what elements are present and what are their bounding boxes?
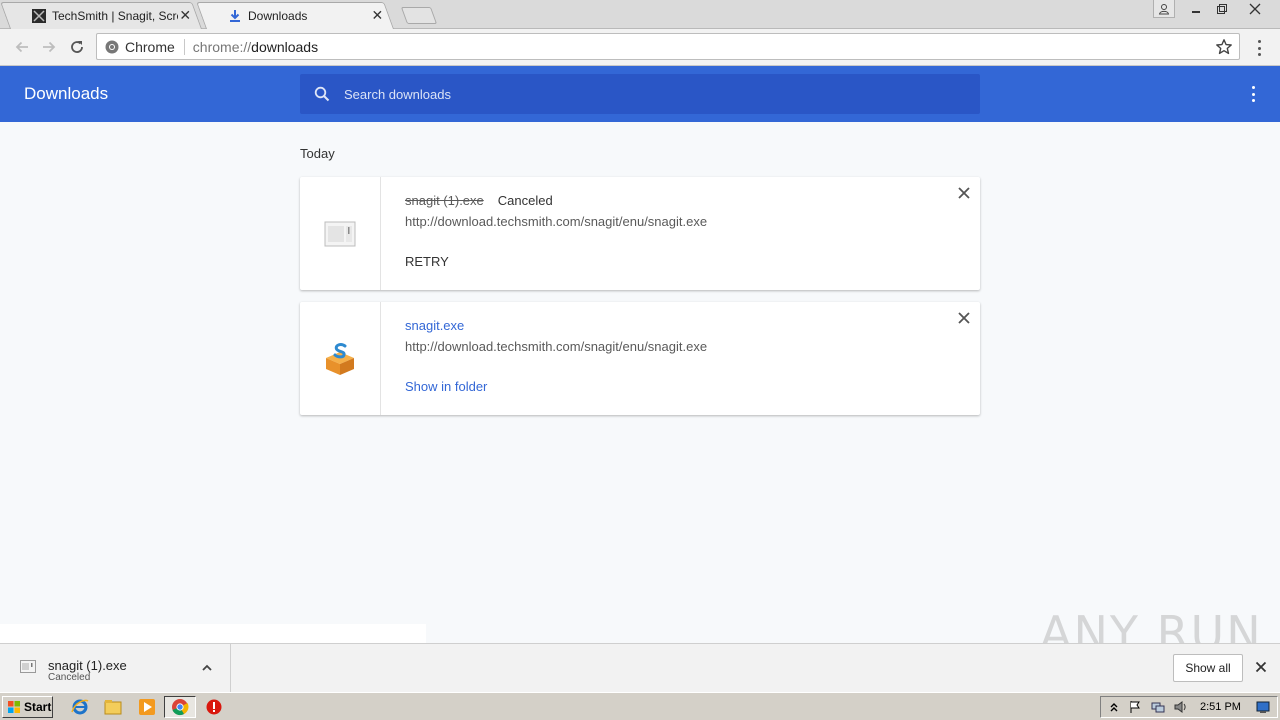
show-in-folder-link[interactable]: Show in folder — [405, 379, 487, 394]
browser-toolbar: Chrome chrome://downloads — [0, 29, 1280, 66]
profile-icon[interactable] — [1153, 0, 1175, 18]
chrome-menu-icon[interactable] — [1252, 38, 1266, 58]
download-item-complete: snagit.exe http://download.techsmith.com… — [300, 302, 980, 415]
more-actions-icon[interactable] — [1250, 86, 1256, 102]
file-name-row: snagit.exe — [405, 318, 464, 333]
chip-label: Chrome — [125, 38, 175, 55]
file-icon — [20, 660, 36, 673]
minimize-icon[interactable] — [1183, 0, 1209, 18]
file-icon-column — [300, 177, 381, 290]
close-tab-icon[interactable]: ✕ — [178, 7, 192, 24]
url-text[interactable]: chrome://downloads — [193, 39, 318, 55]
forward-arrow-icon[interactable] — [39, 37, 59, 57]
clock[interactable]: 2:51 PM — [1200, 701, 1241, 713]
remove-item-icon[interactable] — [956, 185, 972, 201]
download-item-canceled: snagit (1).exe Canceled http://download.… — [300, 177, 980, 290]
internet-explorer-icon[interactable] — [71, 698, 89, 716]
retry-button[interactable]: RETRY — [405, 254, 449, 269]
media-player-icon[interactable] — [138, 698, 156, 716]
tab-techsmith[interactable]: TechSmith | Snagit, Screen C ✕ — [10, 2, 202, 29]
file-name-link[interactable]: snagit.exe — [405, 318, 464, 333]
volume-icon[interactable] — [1173, 700, 1187, 714]
snagit-installer-icon — [326, 342, 354, 375]
file-icon-column — [300, 302, 381, 415]
date-section-label: Today — [300, 146, 335, 161]
tab-title: TechSmith | Snagit, Screen C — [52, 8, 178, 23]
remove-item-icon[interactable] — [956, 310, 972, 326]
close-shelf-icon[interactable] — [1254, 660, 1268, 674]
action-center-flag-icon[interactable] — [1128, 700, 1142, 714]
search-input[interactable] — [344, 86, 944, 102]
address-bar[interactable]: Chrome chrome://downloads — [96, 33, 1240, 60]
search-icon — [314, 86, 330, 102]
chrome-icon — [172, 699, 189, 716]
url-scheme: chrome:// — [192, 38, 252, 55]
file-icon — [324, 221, 356, 246]
windows-taskbar: Start 2:51 PM — [0, 692, 1280, 720]
restore-icon[interactable] — [1209, 0, 1235, 18]
download-status: Canceled — [497, 193, 553, 208]
omnibox-divider — [183, 38, 185, 55]
techsmith-favicon-icon — [32, 8, 46, 23]
shelf-file-name: snagit (1).exe — [48, 658, 127, 673]
page-title: Downloads — [24, 84, 109, 103]
tab-title: Downloads — [248, 8, 308, 23]
chevron-up-icon[interactable] — [200, 661, 214, 675]
back-arrow-icon[interactable] — [12, 37, 32, 57]
reload-icon[interactable] — [67, 37, 87, 57]
show-all-button[interactable]: Show all — [1173, 654, 1243, 682]
chrome-logo-icon — [105, 40, 119, 53]
shelf-file-status: Canceled — [48, 672, 91, 683]
bookmark-star-icon[interactable] — [1215, 38, 1233, 56]
file-name-row: snagit (1).exe Canceled — [405, 193, 553, 208]
close-window-icon[interactable] — [1235, 0, 1275, 18]
downloads-header: Downloads — [0, 66, 1280, 122]
tray-expand-icon[interactable] — [1107, 700, 1121, 714]
shelf-edge — [0, 624, 426, 644]
security-chip[interactable]: Chrome — [97, 39, 175, 55]
show-desktop-icon[interactable] — [1256, 700, 1270, 714]
new-tab-button[interactable] — [400, 7, 438, 24]
antivirus-icon[interactable] — [205, 698, 223, 716]
chrome-taskbar-button[interactable] — [164, 696, 196, 718]
shelf-download-item[interactable]: snagit (1).exe Canceled — [0, 644, 231, 692]
tab-strip: TechSmith | Snagit, Screen C ✕ Downloads… — [0, 0, 1280, 29]
windows-logo-icon — [8, 701, 20, 713]
download-shelf: snagit (1).exe Canceled Show all — [0, 643, 1280, 692]
start-label: Start — [24, 700, 52, 714]
file-explorer-icon[interactable] — [104, 698, 122, 716]
start-button[interactable]: Start — [2, 696, 53, 718]
network-icon[interactable] — [1151, 700, 1165, 714]
source-url[interactable]: http://download.techsmith.com/snagit/enu… — [405, 339, 707, 354]
file-name: snagit (1).exe — [405, 193, 484, 208]
search-box[interactable] — [300, 74, 980, 114]
source-url[interactable]: http://download.techsmith.com/snagit/enu… — [405, 214, 707, 229]
tab-downloads[interactable]: Downloads ✕ — [206, 2, 394, 29]
url-host: downloads — [251, 38, 319, 55]
close-tab-icon[interactable]: ✕ — [371, 7, 384, 24]
download-favicon-icon — [228, 9, 242, 23]
system-tray: 2:51 PM — [1100, 696, 1278, 718]
